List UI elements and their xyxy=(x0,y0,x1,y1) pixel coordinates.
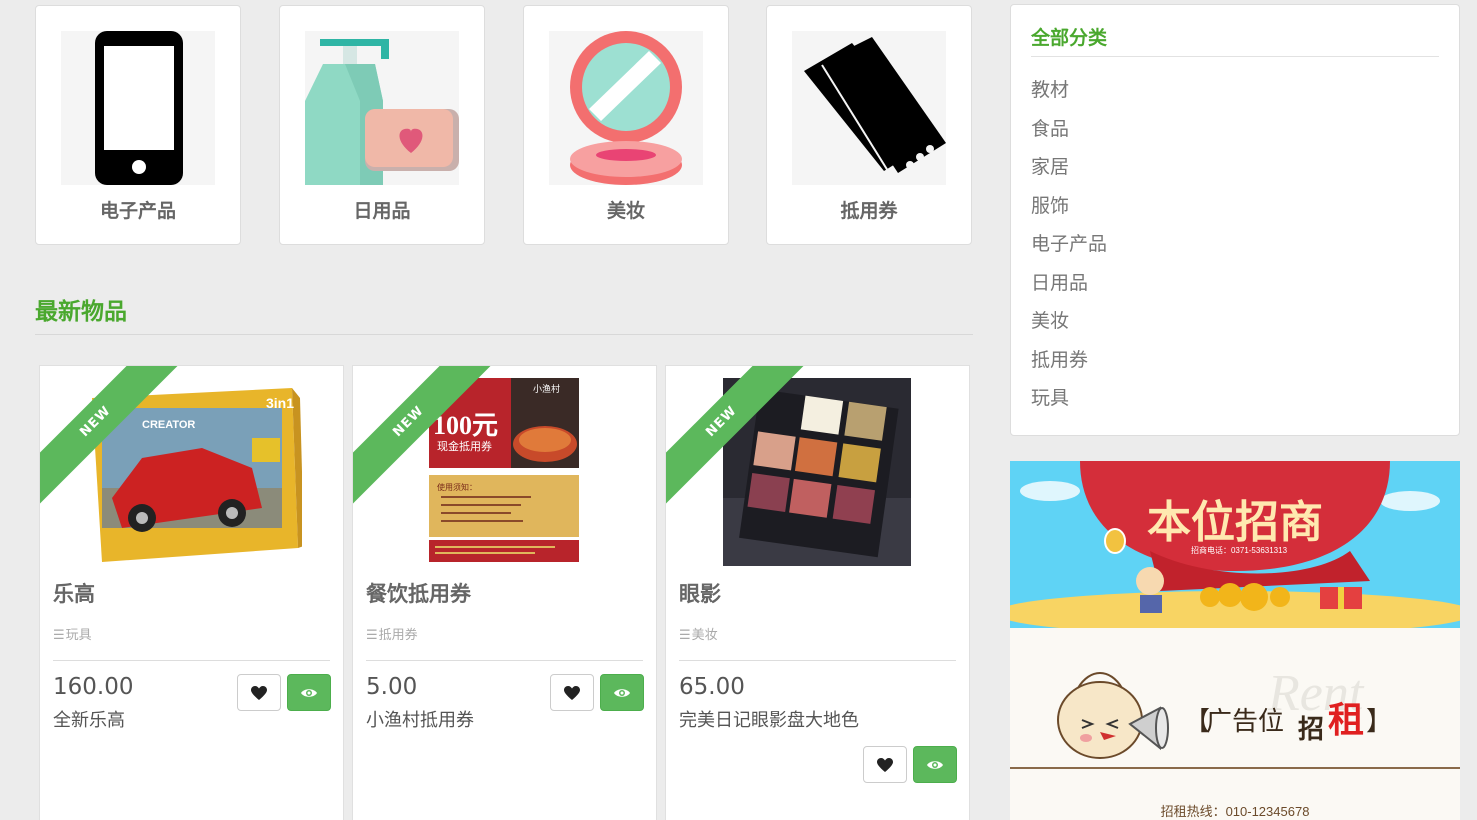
view-button[interactable] xyxy=(913,746,957,783)
eye-icon xyxy=(927,760,943,769)
product-card[interactable]: CREATOR 3in1 NEW 乐高 ☰玩具 160.00 全新乐高 xyxy=(39,365,344,820)
ad-rent-text: 广告位 xyxy=(1206,706,1284,736)
ad-title: 本位招商 xyxy=(1147,498,1323,547)
daily-goods-icon xyxy=(305,31,459,185)
product-price: 5.00 xyxy=(366,674,418,700)
heart-icon xyxy=(251,685,267,700)
product-category: ☰美妆 xyxy=(679,628,718,643)
favorite-button[interactable] xyxy=(550,674,594,711)
heart-icon xyxy=(877,757,893,772)
ad-bracket-right: 】 xyxy=(1366,706,1392,736)
category-label: 美妆 xyxy=(606,200,645,222)
divider xyxy=(1031,56,1439,57)
sidebar-item-textbooks[interactable]: 教材 xyxy=(1031,75,1107,114)
sidebar-title: 全部分类 xyxy=(1031,27,1108,49)
favorite-button[interactable] xyxy=(237,674,281,711)
product-price: 65.00 xyxy=(679,674,745,700)
ad-phone: 招商电话：0371-53631313 xyxy=(1191,545,1288,555)
category-sidebar: 全部分类 教材 食品 家居 服饰 电子产品 日用品 美妆 抵用券 玩具 xyxy=(1010,4,1460,436)
sidebar-category-list: 教材 食品 家居 服饰 电子产品 日用品 美妆 抵用券 玩具 xyxy=(1031,75,1107,422)
eye-icon xyxy=(614,688,630,697)
voucher-type-text: 现金抵用券 xyxy=(437,439,492,453)
divider xyxy=(35,334,973,335)
product-category: ☰抵用券 xyxy=(366,628,418,643)
list-icon: ☰ xyxy=(679,628,691,643)
ad-rent-zu: 租 xyxy=(1328,699,1364,740)
category-card-electronics[interactable]: 电子产品 xyxy=(35,5,241,245)
svg-text:3in1: 3in1 xyxy=(266,395,294,411)
product-title[interactable]: 乐高 xyxy=(53,578,95,608)
product-description: 全新乐高 xyxy=(53,710,125,731)
category-card-daily-goods[interactable]: 日用品 xyxy=(279,5,485,245)
product-image-voucher[interactable]: 100元 现金抵用券 小渔村 使用须知： xyxy=(429,378,579,566)
category-card-cosmetics[interactable]: 美妆 xyxy=(523,5,729,245)
sidebar-item-toys[interactable]: 玩具 xyxy=(1031,383,1107,422)
sidebar-item-home[interactable]: 家居 xyxy=(1031,152,1107,191)
product-image-text: CREATOR xyxy=(142,419,195,431)
ad-banner-investment[interactable]: 本位招商 招商电话：0371-53631313 xyxy=(1010,461,1460,628)
sidebar-item-cosmetics[interactable]: 美妆 xyxy=(1031,306,1107,345)
product-description: 小渔村抵用券 xyxy=(366,710,474,731)
ad-hotline: 招租热线：010-12345678 xyxy=(1161,804,1310,819)
divider xyxy=(53,660,330,661)
product-title[interactable]: 餐饮抵用券 xyxy=(366,578,471,608)
sidebar-item-daily-goods[interactable]: 日用品 xyxy=(1031,268,1107,307)
ad-rent-zhao: 招 xyxy=(1298,714,1324,744)
product-price: 160.00 xyxy=(53,674,134,700)
ad-banner-rent[interactable]: Rent 【 广告位 招 租 】 招租热线：010-12345678 xyxy=(1010,628,1460,820)
restaurant-name-text: 小渔村 xyxy=(533,383,560,394)
favorite-button[interactable] xyxy=(863,746,907,783)
category-label: 抵用券 xyxy=(840,200,898,222)
page: 电子产品 日用品 美妆 抵用券 最新物品 CREATOR 3in1 NEW 乐高… xyxy=(0,0,1477,820)
divider xyxy=(366,660,643,661)
product-card[interactable]: NEW 眼影 ☰美妆 65.00 完美日记眼影盘大地色 xyxy=(665,365,970,820)
product-category: ☰玩具 xyxy=(53,628,92,643)
product-description: 完美日记眼影盘大地色 xyxy=(679,710,859,731)
voucher-terms-text: 使用须知： xyxy=(437,482,477,492)
sidebar-item-food[interactable]: 食品 xyxy=(1031,114,1107,153)
sidebar-item-clothing[interactable]: 服饰 xyxy=(1031,191,1107,230)
view-button[interactable] xyxy=(600,674,644,711)
product-title[interactable]: 眼影 xyxy=(679,578,721,608)
list-icon: ☰ xyxy=(366,628,378,643)
list-icon: ☰ xyxy=(53,628,65,643)
category-label: 日用品 xyxy=(353,200,411,222)
view-button[interactable] xyxy=(287,674,331,711)
product-card[interactable]: 100元 现金抵用券 小渔村 使用须知： NEW 餐饮抵用券 ☰抵用券 5.00… xyxy=(352,365,657,820)
latest-items-title: 最新物品 xyxy=(35,299,127,325)
eye-icon xyxy=(301,688,317,697)
heart-icon xyxy=(564,685,580,700)
compact-mirror-icon xyxy=(549,31,703,185)
divider xyxy=(679,660,956,661)
voucher-amount-text: 100元 xyxy=(433,411,498,440)
category-label: 电子产品 xyxy=(99,200,176,222)
ticket-icon xyxy=(792,31,946,185)
phone-icon xyxy=(61,31,215,185)
category-card-vouchers[interactable]: 抵用券 xyxy=(766,5,972,245)
sidebar-item-vouchers[interactable]: 抵用券 xyxy=(1031,345,1107,384)
sidebar-item-electronics[interactable]: 电子产品 xyxy=(1031,229,1107,268)
